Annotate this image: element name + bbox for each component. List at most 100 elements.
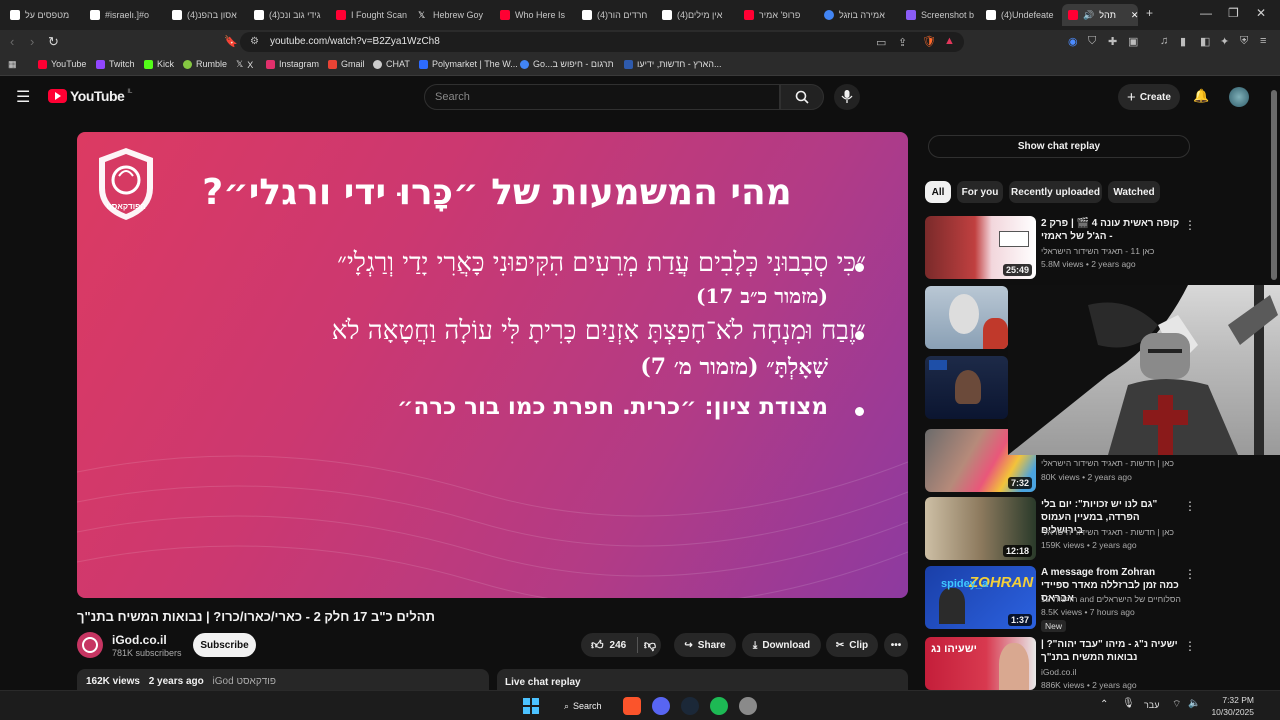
new-tab-button[interactable]: + [1146,6,1153,20]
subscribe-button[interactable]: Subscribe [193,633,256,657]
bookmark-google-translate[interactable]: Go...תרגום - חיפוש ב [520,59,614,69]
browser-tab[interactable]: (4)אין מילים [656,4,736,26]
bookmark-polymarket[interactable]: Polymarket | The W... [419,59,518,69]
bookmark-twitch[interactable]: Twitch [96,59,135,69]
chip-watched[interactable]: Watched [1108,181,1160,203]
bookmark-gmail[interactable]: Gmail [328,59,365,69]
app-icon[interactable] [739,697,757,715]
bookmark-youtube[interactable]: YouTube [38,59,86,69]
maximize-button[interactable]: ❐ [1228,6,1239,20]
minimize-button[interactable]: — [1200,6,1212,20]
search-input[interactable]: Search [424,84,780,110]
hamburger-menu-icon[interactable]: ☰ [16,87,30,107]
language-indicator[interactable]: עבר [1144,700,1159,710]
chip-recently-uploaded[interactable]: Recently uploaded [1009,181,1102,203]
clip-button[interactable]: ✂ Clip [826,633,878,657]
more-vertical-icon[interactable]: ⋮ [1184,639,1196,653]
wallet-icon[interactable]: ▣ [1128,35,1138,48]
related-video-title[interactable]: קופה ראשית עונה 4 🎬 | פרק 2 - הג'ל של רא… [1041,217,1181,243]
more-vertical-icon[interactable]: ⋮ [1184,499,1196,513]
clock-date[interactable]: 10/30/2025 [1204,707,1254,717]
related-channel[interactable]: כאן | חדשות - תאגיד השידור הישראלי [1041,527,1174,537]
close-tab-icon[interactable]: ✕ [1131,10,1138,21]
dislike-button[interactable]: 👎︎ [637,633,663,657]
bookmark-chat[interactable]: CHAT [373,59,410,69]
page-scrollbar[interactable] [1271,90,1277,280]
related-channel[interactable]: iGod.co.il [1041,667,1076,677]
close-window-button[interactable]: ✕ [1256,6,1266,20]
discord-icon[interactable] [652,697,670,715]
notifications-bell-icon[interactable]: 🔔 [1193,88,1209,104]
steam-icon[interactable] [681,697,699,715]
windows-start-icon[interactable] [522,697,540,715]
video-thumbnail[interactable] [925,356,1008,419]
browser-tab[interactable]: (4)חרדים הור [576,4,656,26]
youtube-logo[interactable]: YouTube IL [48,88,132,104]
video-player[interactable]: הפודקאסט מהי המשמעות של ״כָּרוּ ידי ורגל… [77,132,908,598]
like-button[interactable]: 👍︎ 246 [591,638,626,653]
site-info-icon[interactable]: ⚙ [250,36,259,47]
volume-icon[interactable]: 🔈 [1188,698,1200,709]
create-button[interactable]: + Create [1118,84,1180,110]
extensions-icon[interactable]: ✚ [1108,35,1117,48]
bookmark-instagram[interactable]: Instagram [266,59,319,69]
browser-tab[interactable]: אמירה בוזגל [818,4,898,26]
show-chat-replay-button[interactable]: Show chat replay [928,135,1190,158]
share-page-icon[interactable]: ⇪ [898,36,907,49]
brave-shield-icon[interactable]: 🛡 [922,35,936,48]
address-bar[interactable]: ⚙ youtube.com/watch?v=B2Zya1WzCh8 ▭ ⇪ 🛡 … [240,32,964,52]
more-actions-button[interactable]: ••• [884,633,908,657]
bookmark-icon[interactable]: 🔖 [224,35,238,48]
browser-tab[interactable]: מטפסים על [4,4,82,26]
forward-button[interactable]: › [30,34,34,49]
back-button[interactable]: ‹ [10,34,14,49]
channel-name[interactable]: iGod.co.il [112,633,167,647]
share-button[interactable]: ↪ Share [674,633,736,657]
video-thumbnail[interactable]: ישעיהו נג [925,637,1036,690]
download-button[interactable]: ⤓ Download [742,633,821,657]
cast-icon[interactable]: ▭ [876,36,886,49]
voice-search-button[interactable] [834,84,860,110]
wallet2-icon[interactable]: ◧ [1200,35,1210,48]
related-channel[interactable]: חדשות 12 and הסלוחיים של הישראלים [1041,594,1181,604]
browser-tab-active[interactable]: 🔊 תהל ✕ [1062,4,1138,26]
wifi-icon[interactable]: ⌔ [1172,698,1181,711]
browser-tab[interactable]: I Fought Scan [330,4,410,26]
search-button[interactable] [780,84,824,110]
brave-icon[interactable] [623,697,641,715]
media-icon[interactable]: ♫ [1160,35,1168,47]
chip-all[interactable]: All [925,181,951,203]
bookmark-rumble[interactable]: Rumble [183,59,227,69]
browser-tab[interactable]: (4)Undefeate [980,4,1060,26]
vpn-icon[interactable]: ⛉ [1088,35,1096,48]
channel-avatar[interactable] [77,632,103,658]
microphone-icon[interactable]: 🎙 [1122,698,1135,709]
browser-tab[interactable]: Screenshot b [900,4,980,26]
brave-rewards-icon[interactable]: ▲ [944,35,955,47]
video-thumbnail[interactable] [925,286,1008,349]
menu-icon[interactable]: ≡ [1260,35,1266,47]
tray-expand-icon[interactable]: ⌃ [1100,699,1108,710]
spotify-icon[interactable] [710,697,728,715]
browser-tab[interactable]: פרופ' אמיר [738,4,818,26]
sidebar-icon[interactable]: ▮ [1180,35,1186,48]
browser-tab[interactable]: Who Here Is [494,4,574,26]
taskbar-search[interactable]: ⌕ Search [556,696,612,716]
bookmark-x[interactable]: 𝕏X [236,59,253,70]
related-video-title[interactable]: ישעיה נ"ג - מיהו "עבד יהוה"? | נבואות המ… [1041,638,1181,664]
bookmark-haaretz[interactable]: הארץ - חדשות, ידיעו... [624,59,722,69]
avatar[interactable] [1229,87,1249,107]
apps-icon[interactable]: ▦ [8,59,17,70]
more-vertical-icon[interactable]: ⋮ [1184,567,1196,581]
related-channel[interactable]: כאן 11 - תאגיד השידור הישראלי [1041,246,1154,256]
more-vertical-icon[interactable]: ⋮ [1184,218,1196,232]
bookmark-kick[interactable]: Kick [144,59,174,69]
related-video-title[interactable]: A message from Zohran [1041,566,1181,579]
browser-tab[interactable]: (4)גידי גוב ונכ [248,4,328,26]
clock-time[interactable]: 7:32 PM [1214,695,1254,705]
chip-for-you[interactable]: For you [957,181,1003,203]
browser-tab[interactable]: #israelı.]#o [84,4,164,26]
browser-tab[interactable]: 𝕏 Hebrew Goy [412,4,492,26]
video-thumbnail[interactable]: ZOHRAN 1:37 [925,566,1036,629]
video-thumbnail[interactable]: 12:18 [925,497,1036,560]
